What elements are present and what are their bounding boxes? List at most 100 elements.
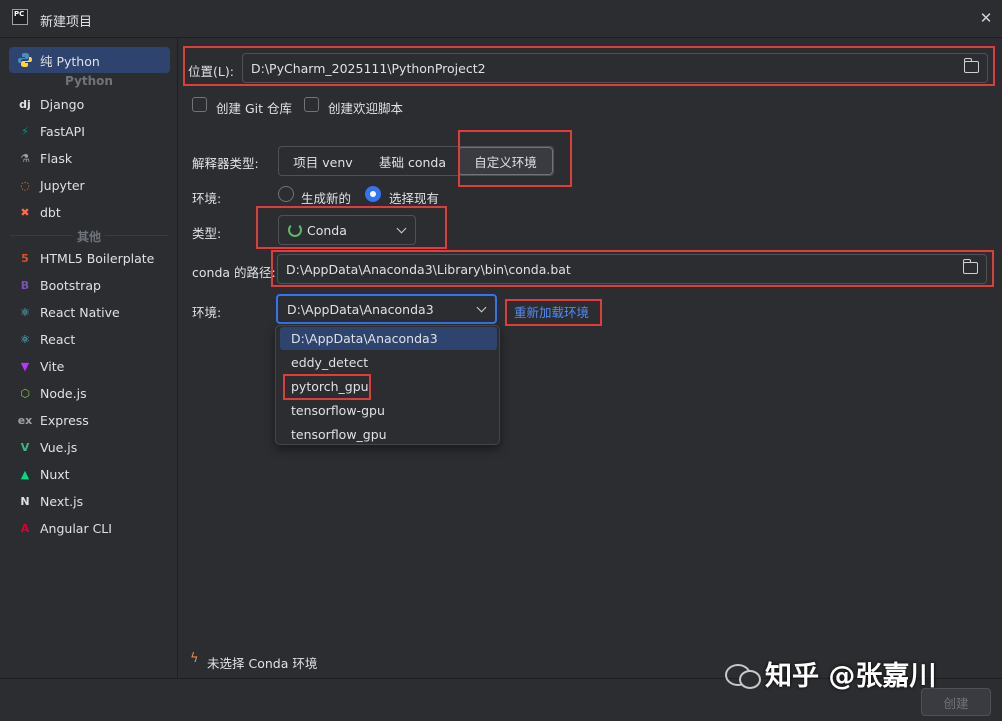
sidebar-item-dbt[interactable]: ✖ dbt [9, 199, 170, 225]
sidebar-item-nextjs[interactable]: N Next.js [9, 488, 170, 514]
chevron-down-icon [396, 223, 407, 234]
pycharm-logo-icon: PC [12, 9, 28, 25]
interpreter-type-label: 解释器类型: [192, 156, 259, 171]
sidebar-item-label: Bootstrap [40, 277, 101, 293]
interpreter-type-segmented: 项目 venv 基础 conda 自定义环境 [278, 146, 554, 176]
fastapi-icon: ⚡ [21, 124, 29, 138]
sidebar-item-bootstrap[interactable]: B Bootstrap [9, 272, 170, 298]
create-git-label: 创建 Git 仓库 [216, 101, 293, 116]
nodejs-icon: ⬡ [20, 386, 30, 400]
flask-icon: ⚗ [20, 151, 30, 165]
env-option[interactable]: tensorflow-gpu [280, 399, 497, 422]
sidebar-item-label: Express [40, 412, 89, 428]
vite-icon: ▼ [20, 359, 30, 373]
type-dropdown[interactable]: Conda [278, 215, 416, 245]
location-input[interactable]: D:\PyCharm_2025111\PythonProject2 [242, 53, 988, 83]
bootstrap-icon: B [20, 278, 30, 292]
window-title: 新建项目 [40, 15, 93, 30]
create-welcome-checkbox[interactable] [304, 97, 319, 112]
express-icon: ex [17, 413, 33, 427]
vue-icon: V [20, 440, 30, 454]
sidebar-item-fastapi[interactable]: ⚡ FastAPI [9, 118, 170, 144]
dbt-icon: ✖ [20, 205, 30, 219]
sidebar-item-label: FastAPI [40, 123, 85, 139]
type-value: Conda [307, 222, 347, 238]
sidebar-item-label: Node.js [40, 385, 87, 401]
environment-options-popup: D:\AppData\Anaconda3 eddy_detect pytorch… [275, 325, 500, 445]
radio-generate-new-label: 生成新的 [301, 191, 352, 206]
nuxt-icon: ▲ [20, 467, 30, 481]
env-option[interactable]: eddy_detect [280, 351, 497, 374]
radio-select-existing[interactable] [365, 186, 381, 202]
sidebar-item-label: Next.js [40, 493, 84, 509]
react-icon: ⚛ [20, 332, 30, 346]
sidebar-item-vue[interactable]: V Vue.js [9, 434, 170, 460]
env-option[interactable]: tensorflow_gpu [280, 423, 497, 446]
sidebar-item-nodejs[interactable]: ⬡ Node.js [9, 380, 170, 406]
sidebar-item-react-native[interactable]: ⚛ React Native [9, 299, 170, 325]
warning-text: 未选择 Conda 环境 [207, 656, 318, 671]
sidebar-group-other: 其他 [0, 228, 178, 245]
sidebar-item-label: React [40, 331, 76, 347]
sidebar-item-react[interactable]: ⚛ React [9, 326, 170, 352]
env-option[interactable]: pytorch_gpu [280, 375, 497, 398]
sidebar-item-html5[interactable]: 5 HTML5 Boilerplate [9, 245, 170, 271]
wechat-icon [723, 660, 765, 689]
reload-environments-link[interactable]: 重新加载环境 [514, 302, 589, 321]
location-label: 位置(L): [188, 64, 234, 79]
sidebar-item-label: Angular CLI [40, 520, 112, 536]
chevron-down-icon [476, 302, 487, 313]
django-icon: dj [19, 97, 31, 111]
tab-base-conda[interactable]: 基础 conda [367, 147, 458, 175]
conda-path-label: conda 的路径: [192, 265, 276, 280]
html5-icon: 5 [21, 251, 29, 265]
warning-bolt-icon: ϟ [190, 651, 199, 666]
folder-icon[interactable] [962, 259, 978, 274]
jupyter-icon: ◌ [20, 178, 30, 192]
sidebar-item-pure-python[interactable]: 纯 Python [9, 47, 170, 73]
location-value: D:\PyCharm_2025111\PythonProject2 [251, 60, 486, 76]
angular-icon: A [20, 521, 30, 535]
watermark-text: 知乎 @张嘉川 [765, 661, 937, 692]
env-option[interactable]: D:\AppData\Anaconda3 [280, 327, 497, 350]
sidebar-group-python: Python [65, 74, 113, 88]
conda-path-input[interactable]: D:\AppData\Anaconda3\Library\bin\conda.b… [277, 254, 987, 284]
radio-select-existing-label: 选择现有 [389, 191, 440, 206]
sidebar-item-nuxt[interactable]: ▲ Nuxt [9, 461, 170, 487]
sidebar-item-label: Vue.js [40, 439, 78, 455]
sidebar-item-flask[interactable]: ⚗ Flask [9, 145, 170, 171]
radio-generate-new[interactable] [278, 186, 294, 202]
environment-value: D:\AppData\Anaconda3 [287, 301, 434, 317]
sidebar-item-jupyter[interactable]: ◌ Jupyter [9, 172, 170, 198]
environment-mode-label: 环境: [192, 191, 222, 206]
python-icon [17, 52, 33, 68]
sidebar-item-label: Vite [40, 358, 65, 374]
conda-icon [288, 223, 302, 237]
main-panel: 位置(L): D:\PyCharm_2025111\PythonProject2… [179, 38, 1002, 678]
sidebar-item-label: React Native [40, 304, 120, 320]
folder-icon[interactable] [963, 58, 979, 73]
create-git-checkbox[interactable] [192, 97, 207, 112]
react-native-icon: ⚛ [20, 305, 30, 319]
sidebar-item-label: Flask [40, 150, 73, 166]
sidebar-item-label: 纯 Python [40, 53, 100, 69]
sidebar-item-django[interactable]: dj Django [9, 91, 170, 117]
sidebar-item-label: dbt [40, 204, 61, 220]
project-type-sidebar: 纯 Python Python dj Django ⚡ FastAPI ⚗ Flask ◌ J… [0, 38, 178, 678]
watermark: 知乎 @张嘉川 [723, 654, 936, 693]
sidebar-item-label: HTML5 Boilerplate [40, 250, 155, 266]
type-label: 类型: [192, 226, 222, 241]
sidebar-item-label: Django [40, 96, 85, 112]
conda-path-value: D:\AppData\Anaconda3\Library\bin\conda.b… [286, 261, 571, 277]
sidebar-item-label: Nuxt [40, 466, 70, 482]
close-icon[interactable]: ✕ [976, 8, 996, 28]
environment-dropdown[interactable]: D:\AppData\Anaconda3 [276, 294, 497, 324]
sidebar-item-vite[interactable]: ▼ Vite [9, 353, 170, 379]
title-bar: PC 新建项目 ✕ [0, 0, 1002, 38]
sidebar-item-angular[interactable]: A Angular CLI [9, 515, 170, 541]
tab-custom-env[interactable]: 自定义环境 [458, 147, 553, 175]
environment-label: 环境: [192, 305, 222, 320]
sidebar-item-express[interactable]: ex Express [9, 407, 170, 433]
sidebar-item-label: Jupyter [40, 177, 85, 193]
tab-project-venv[interactable]: 项目 venv [279, 147, 367, 175]
